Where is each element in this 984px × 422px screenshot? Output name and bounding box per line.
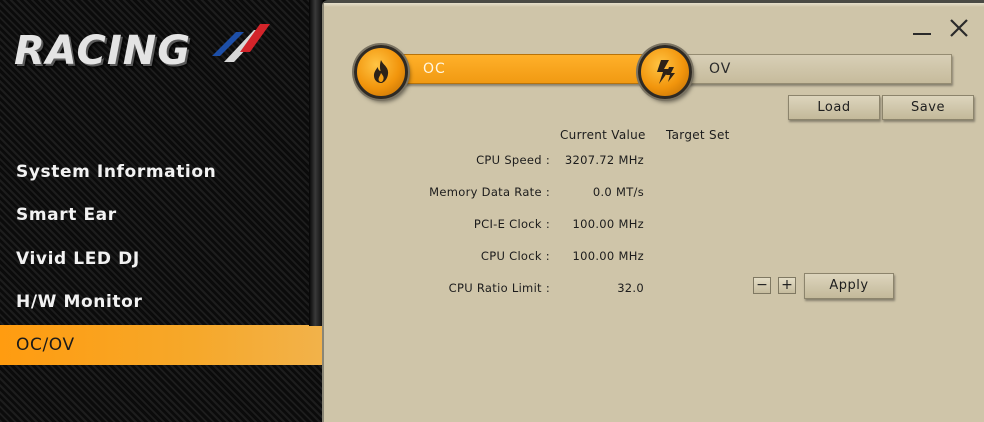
sidebar-item-oc-ov[interactable]: OC/OV xyxy=(0,325,322,365)
row-label-cpu-clock: CPU Clock : xyxy=(480,249,550,263)
close-icon xyxy=(950,19,968,37)
sidebar-item-label: OC/OV xyxy=(16,335,75,355)
close-button[interactable] xyxy=(948,17,972,41)
row-label-cpu-speed: CPU Speed : xyxy=(476,153,550,167)
sidebar-item-label: Smart Ear xyxy=(16,205,117,225)
sidebar-item-label: H/W Monitor xyxy=(16,292,143,312)
sidebar-item-hw-monitor[interactable]: H/W Monitor xyxy=(0,282,322,322)
column-header-current-value: Current Value xyxy=(560,128,646,142)
logo-emblem-icon xyxy=(212,24,270,62)
logo-text: RACING xyxy=(14,28,192,74)
decrement-button[interactable]: − xyxy=(753,277,771,294)
sidebar-item-system-information[interactable]: System Information xyxy=(0,152,322,192)
row-value-pcie-clock: 100.00 MHz xyxy=(572,217,644,231)
minimize-button[interactable] xyxy=(910,19,934,43)
racing-logo: RACING xyxy=(14,22,274,82)
sidebar-divider xyxy=(309,0,323,326)
increment-button[interactable]: + xyxy=(778,277,796,294)
row-label-pcie-clock: PCI-E Clock : xyxy=(473,217,550,231)
save-button[interactable]: Save xyxy=(882,95,974,120)
tab-ov-icon-button[interactable] xyxy=(638,45,692,99)
sidebar-item-label: Vivid LED DJ xyxy=(16,249,140,269)
minimize-icon xyxy=(913,33,931,35)
column-header-target-set: Target Set xyxy=(666,128,730,142)
row-value-memory-data-rate: 0.0 MT/s xyxy=(592,185,644,199)
sidebar-item-vivid-led-dj[interactable]: Vivid LED DJ xyxy=(0,239,322,279)
apply-button[interactable]: Apply xyxy=(804,273,894,299)
tab-oc[interactable]: OC xyxy=(384,54,654,84)
load-button[interactable]: Load xyxy=(788,95,880,120)
row-value-cpu-speed: 3207.72 MHz xyxy=(564,153,644,167)
sidebar: RACING System Information Smart Ear Vivi… xyxy=(0,0,322,422)
flame-icon xyxy=(373,60,389,83)
row-value-cpu-clock: 100.00 MHz xyxy=(572,249,644,263)
tab-oc-icon-button[interactable] xyxy=(354,45,408,99)
sidebar-item-label: System Information xyxy=(16,162,217,182)
main-panel: OC OV Load Save Current Value Target Set… xyxy=(322,0,984,422)
tab-oc-label: OC xyxy=(423,61,446,77)
tab-ov-label: OV xyxy=(709,61,732,77)
tab-ov[interactable]: OV xyxy=(668,54,952,84)
row-label-cpu-ratio-limit: CPU Ratio Limit : xyxy=(448,281,550,295)
sidebar-item-smart-ear[interactable]: Smart Ear xyxy=(0,195,322,235)
lightning-icon xyxy=(657,60,675,84)
row-label-memory-data-rate: Memory Data Rate : xyxy=(429,185,550,199)
row-value-cpu-ratio-limit: 32.0 xyxy=(617,281,644,295)
